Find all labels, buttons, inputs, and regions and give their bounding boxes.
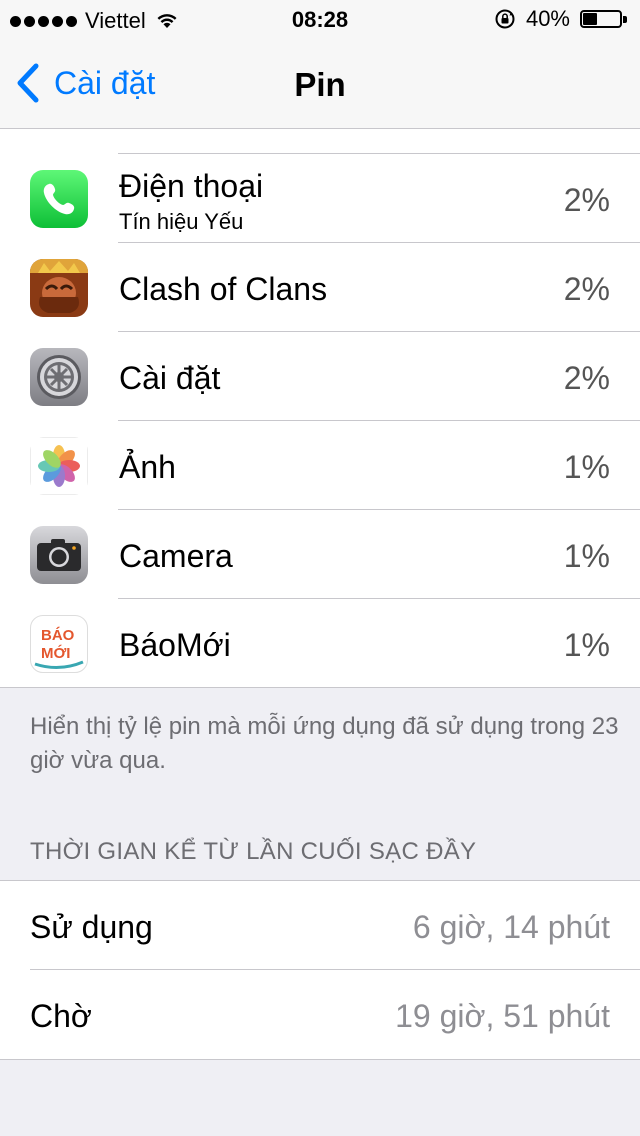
status-right: 40% <box>494 6 630 32</box>
app-name: Điện thoại <box>119 168 264 204</box>
app-battery-percent: 1% <box>563 538 610 574</box>
clash-of-clans-icon <box>30 259 88 317</box>
standby-value: 19 giờ, 51 phút <box>395 998 610 1034</box>
list-item[interactable]: Ảnh 1% <box>0 421 640 510</box>
app-name: Camera <box>119 538 233 574</box>
list-item[interactable]: Điện thoại Tín hiệu Yếu 2% <box>0 154 640 243</box>
list-item[interactable]: BÁO MỚI BáoMới 1% <box>0 599 640 688</box>
section-header-since-last-charge: THỜI GIAN KỂ TỪ LẦN CUỐI SẠC ĐẦY <box>30 838 477 865</box>
app-battery-percent: 1% <box>563 627 610 663</box>
app-usage-list: Điện thoại Tín hiệu Yếu 2% Clash of Clan… <box>0 129 640 688</box>
partially-visible-row <box>118 129 640 154</box>
camera-icon <box>30 526 88 584</box>
battery-icon <box>580 8 630 30</box>
battery-percent: 40% <box>525 6 570 31</box>
usage-time-list: Sử dụng 6 giờ, 14 phút Chờ 19 giờ, 51 ph… <box>0 880 640 1060</box>
battery-usage-footer-note: Hiển thị tỷ lệ pin mà mỗi ứng dụng đã sử… <box>30 713 619 774</box>
app-name: Cài đặt <box>119 360 221 396</box>
usage-value: 6 giờ, 14 phút <box>412 909 610 945</box>
phone-icon <box>30 170 88 228</box>
usage-row: Sử dụng 6 giờ, 14 phút <box>0 881 640 970</box>
app-name: BáoMới <box>119 627 231 663</box>
app-battery-percent: 1% <box>563 449 610 485</box>
status-bar: Viettel 08:28 40% <box>0 0 640 40</box>
app-name: Clash of Clans <box>119 271 328 307</box>
photos-icon <box>30 437 88 495</box>
list-item[interactable]: Camera 1% <box>0 510 640 599</box>
standby-label: Chờ <box>30 998 92 1034</box>
app-battery-percent: 2% <box>563 182 610 218</box>
standby-row: Chờ 19 giờ, 51 phút <box>0 970 640 1059</box>
settings-icon <box>30 348 88 406</box>
usage-label: Sử dụng <box>30 909 153 945</box>
navigation-bar: Cài đặt Pin <box>0 40 640 129</box>
list-item[interactable]: Cài đặt 2% <box>0 332 640 421</box>
list-item[interactable]: Clash of Clans 2% <box>0 243 640 332</box>
page-title: Pin <box>294 66 346 103</box>
baomoi-icon: BÁO MỚI <box>30 615 88 673</box>
svg-text:BÁO: BÁO <box>41 627 75 644</box>
app-subtitle: Tín hiệu Yếu <box>119 209 244 234</box>
svg-text:MỚI: MỚI <box>41 644 70 662</box>
app-name: Ảnh <box>119 449 176 485</box>
rotation-lock-icon <box>495 9 515 29</box>
app-battery-percent: 2% <box>563 271 610 307</box>
app-battery-percent: 2% <box>563 360 610 396</box>
